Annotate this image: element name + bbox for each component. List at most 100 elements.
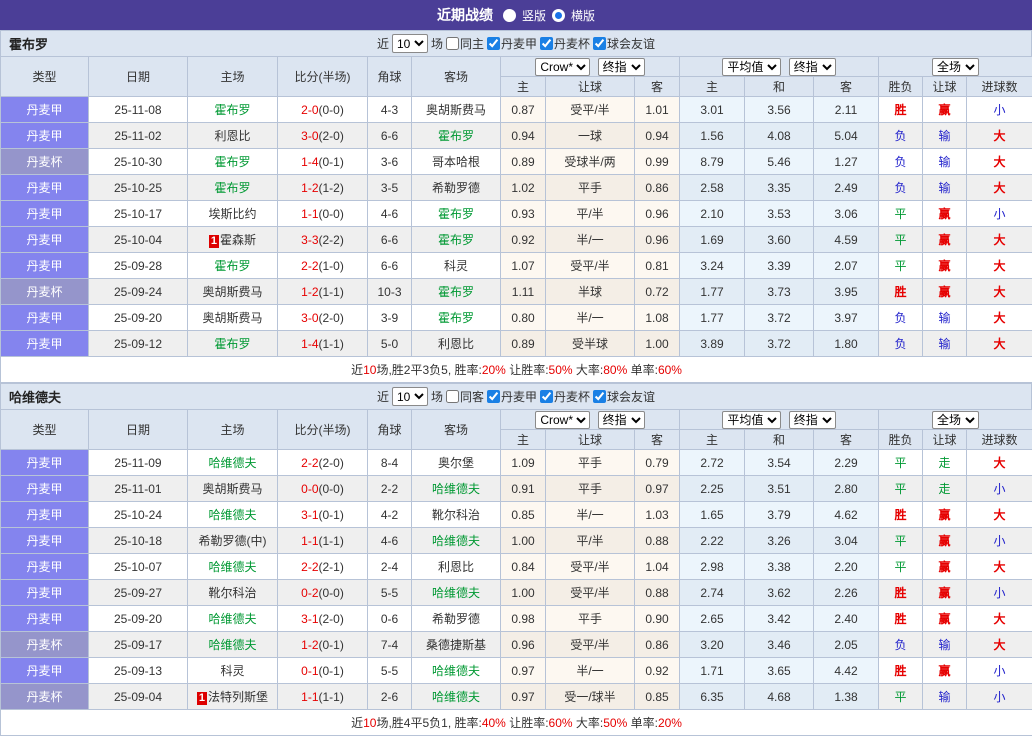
friendly-checkbox[interactable] [593,37,606,50]
goals-result-cell: 大 [967,253,1032,279]
score-cell: 3-0(2-0) [278,305,368,331]
match-row: 丹麦甲25-09-27靴尔科治0-2(0-0)5-5哈维德夫1.00受平/半0.… [1,580,1032,606]
match-row: 丹麦杯25-09-17哈维德夫1-2(0-1)7-4桑德捷斯基0.96受平/半0… [1,632,1032,658]
summary-segment: 大率: [573,716,604,730]
horizontal-layout-label[interactable]: 横版 [571,7,595,24]
cup-checkbox[interactable] [540,37,553,50]
horizontal-layout-radio[interactable] [552,9,565,22]
avg-away-cell: 2.20 [814,554,879,580]
friendly-checkbox[interactable] [593,390,606,403]
match-filters: 近 10 场 同主 丹麦甲 丹麦杯 球会友谊 [377,34,655,53]
league-label: 丹麦甲 [501,35,537,52]
vertical-layout-label[interactable]: 竖版 [522,7,546,24]
col-away: 客场 [412,57,501,97]
same-venue-checkbox[interactable] [446,390,459,403]
friendly-filter[interactable]: 球会友谊 [593,35,655,52]
odds-handicap-cell: 平/半 [546,201,635,227]
col-odds-home: 主 [501,430,546,450]
handicap-result-cell: 赢 [923,253,967,279]
match-row: 丹麦甲25-10-18希勒罗德(中)1-1(1-1)4-6哈维德夫1.00平/半… [1,528,1032,554]
odds-home-cell: 0.98 [501,606,546,632]
same-venue-filter[interactable]: 同客 [446,388,484,405]
odds-away-cell: 1.00 [635,331,680,357]
summary-highlight: 60% [658,363,682,377]
date-cell: 25-09-27 [89,580,188,606]
match-row: 丹麦甲25-10-24哈维德夫3-1(0-1)4-2靴尔科治0.85半/一1.0… [1,502,1032,528]
summary-highlight: 20% [482,363,506,377]
summary-highlight: 40% [482,716,506,730]
cup-checkbox[interactable] [540,390,553,403]
type-cell: 丹麦甲 [1,253,89,279]
same-venue-checkbox[interactable] [446,37,459,50]
average-select[interactable]: 平均值 [722,58,781,76]
goals-result-cell: 小 [967,97,1032,123]
away-team-cell: 利恩比 [412,554,501,580]
average-select[interactable]: 平均值 [722,411,781,429]
away-team-cell: 希勒罗德 [412,175,501,201]
final-index-select[interactable]: 终指 [598,58,645,76]
result-cell: 胜 [879,580,923,606]
avg-home-cell: 1.65 [680,502,745,528]
league-checkbox[interactable] [487,390,500,403]
cup-filter[interactable]: 丹麦杯 [540,35,590,52]
date-cell: 25-09-13 [89,658,188,684]
score-cell: 2-0(0-0) [278,97,368,123]
odds-away-cell: 0.88 [635,580,680,606]
match-count-select[interactable]: 10 [392,387,428,406]
bookmaker-select[interactable]: Crow* [535,58,590,76]
date-cell: 25-09-17 [89,632,188,658]
odds-home-cell: 1.02 [501,175,546,201]
handicap-result-cell: 赢 [923,201,967,227]
final-index-select-2[interactable]: 终指 [789,58,836,76]
corners-cell: 4-6 [368,201,412,227]
result-cell: 负 [879,305,923,331]
odds-home-cell: 1.09 [501,450,546,476]
odds-away-cell: 0.90 [635,606,680,632]
full-match-select[interactable]: 全场 [932,58,979,76]
full-match-select[interactable]: 全场 [932,411,979,429]
avg-away-cell: 2.40 [814,606,879,632]
odds-home-cell: 0.87 [501,97,546,123]
avg-home-cell: 1.56 [680,123,745,149]
league-filter[interactable]: 丹麦甲 [487,35,537,52]
near-label: 近 [377,388,389,405]
odds-handicap-cell: 受一/球半 [546,684,635,710]
result-cell: 平 [879,201,923,227]
cup-filter[interactable]: 丹麦杯 [540,388,590,405]
goals-result-cell: 大 [967,606,1032,632]
same-venue-filter[interactable]: 同主 [446,35,484,52]
odds-away-cell: 1.03 [635,502,680,528]
bookmaker-select[interactable]: Crow* [535,411,590,429]
final-index-select[interactable]: 终指 [598,411,645,429]
corners-cell: 2-4 [368,554,412,580]
away-team-cell: 霍布罗 [412,227,501,253]
odds-home-cell: 0.80 [501,305,546,331]
team-section-header: 哈维德夫 近 10 场 同客 丹麦甲 丹麦杯 球会友谊 [0,383,1032,409]
team-section-header: 霍布罗 近 10 场 同主 丹麦甲 丹麦杯 球会友谊 [0,30,1032,56]
final-index-select-2[interactable]: 终指 [789,411,836,429]
avg-away-cell: 3.95 [814,279,879,305]
league-filter[interactable]: 丹麦甲 [487,388,537,405]
summary-segment: 近 [351,363,363,377]
score-cell: 3-1(2-0) [278,606,368,632]
col-score: 比分(半场) [278,57,368,97]
score-cell: 1-4(0-1) [278,149,368,175]
vertical-layout-radio[interactable] [503,9,516,22]
match-count-select[interactable]: 10 [392,34,428,53]
odds-handicap-cell: 受平/半 [546,580,635,606]
col-odds-home: 主 [501,77,546,97]
avg-draw-cell: 3.72 [745,331,814,357]
avg-draw-cell: 3.54 [745,450,814,476]
goals-result-cell: 小 [967,658,1032,684]
avg-draw-cell: 4.68 [745,684,814,710]
match-row: 丹麦杯25-09-041法特列斯堡1-1(1-1)2-6哈维德夫0.97受一/球… [1,684,1032,710]
goals-result-cell: 大 [967,279,1032,305]
handicap-result-cell: 输 [923,123,967,149]
league-checkbox[interactable] [487,37,500,50]
odds-handicap-cell: 半球 [546,279,635,305]
friendly-filter[interactable]: 球会友谊 [593,388,655,405]
result-cell: 平 [879,684,923,710]
col-home: 主场 [188,57,278,97]
avg-draw-cell: 3.42 [745,606,814,632]
corners-cell: 6-6 [368,123,412,149]
